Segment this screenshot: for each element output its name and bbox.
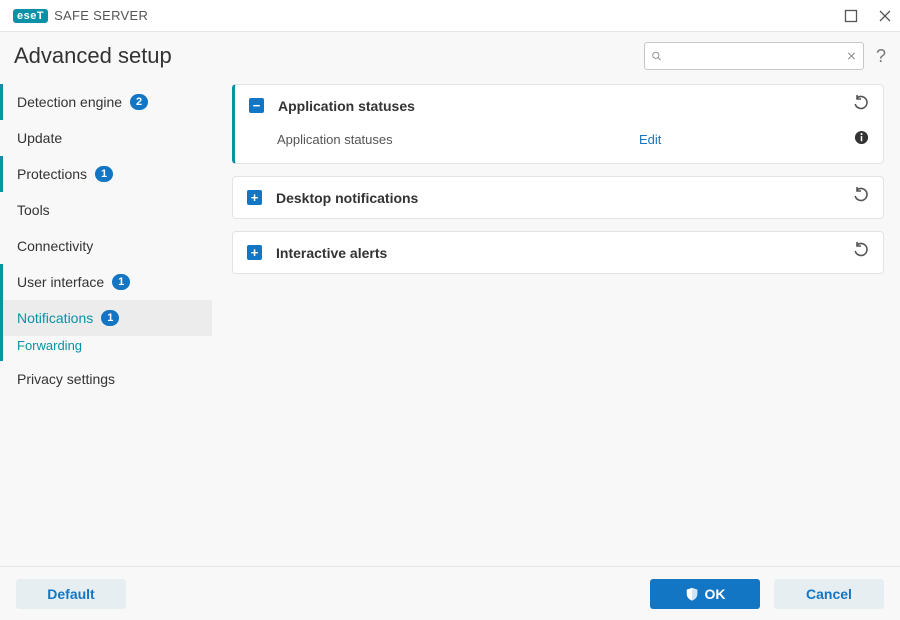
sidebar-item-label: Privacy settings — [17, 371, 115, 387]
edit-link[interactable]: Edit — [639, 132, 839, 147]
sidebar-item-label: User interface — [17, 274, 104, 290]
panel-title: Desktop notifications — [276, 190, 418, 206]
sidebar-item-tools[interactable]: Tools — [0, 192, 212, 228]
brand-logo: eseT SAFE SERVER — [13, 8, 148, 23]
setting-label: Application statuses — [277, 132, 639, 147]
brand-text: SAFE SERVER — [54, 8, 148, 23]
panel-header[interactable]: + Desktop notifications — [233, 177, 883, 218]
panel-desktop-notifications: + Desktop notifications — [232, 176, 884, 219]
window-controls — [844, 9, 892, 23]
sidebar-item-notifications[interactable]: Notifications 1 — [0, 300, 212, 336]
panel-title: Application statuses — [278, 98, 415, 114]
sidebar-item-label: Protections — [17, 166, 87, 182]
ok-button-label: OK — [705, 586, 726, 602]
revert-icon[interactable] — [853, 95, 869, 116]
sidebar-item-detection-engine[interactable]: Detection engine 2 — [0, 84, 212, 120]
sidebar: Detection engine 2 Update Protections 1 … — [0, 78, 212, 566]
sidebar-badge: 2 — [130, 94, 148, 110]
sidebar-subitem-label: Forwarding — [17, 338, 82, 353]
panel-header[interactable]: − Application statuses — [235, 85, 883, 126]
search-icon — [651, 49, 662, 63]
expand-icon[interactable]: + — [247, 245, 262, 260]
main: Detection engine 2 Update Protections 1 … — [0, 78, 900, 566]
sidebar-item-protections[interactable]: Protections 1 — [0, 156, 212, 192]
help-icon[interactable]: ? — [876, 46, 886, 67]
panel-header[interactable]: + Interactive alerts — [233, 232, 883, 273]
panel-interactive-alerts: + Interactive alerts — [232, 231, 884, 274]
setting-row-application-statuses: Application statuses Edit — [277, 126, 869, 153]
shield-icon — [685, 587, 699, 601]
search-input[interactable] — [666, 49, 842, 64]
panel-application-statuses: − Application statuses Application statu… — [232, 84, 884, 164]
collapse-icon[interactable]: − — [249, 98, 264, 113]
content: − Application statuses Application statu… — [212, 78, 900, 566]
info-icon[interactable] — [854, 130, 869, 149]
window-close-icon[interactable] — [878, 9, 892, 23]
sidebar-item-label: Notifications — [17, 310, 93, 326]
sidebar-subitem-forwarding[interactable]: Forwarding — [0, 336, 212, 361]
window-maximize-icon[interactable] — [844, 9, 858, 23]
sidebar-item-privacy-settings[interactable]: Privacy settings — [0, 361, 212, 397]
cancel-button[interactable]: Cancel — [774, 579, 884, 609]
search-field[interactable] — [644, 42, 864, 70]
sidebar-item-label: Tools — [17, 202, 50, 218]
sidebar-badge: 1 — [101, 310, 119, 326]
brand-badge: eseT — [13, 9, 48, 23]
footer: Default OK Cancel — [0, 566, 900, 620]
clear-search-icon[interactable] — [846, 49, 857, 63]
panel-body: Application statuses Edit — [235, 126, 883, 163]
sidebar-item-label: Update — [17, 130, 62, 146]
ok-button[interactable]: OK — [650, 579, 760, 609]
sidebar-item-update[interactable]: Update — [0, 120, 212, 156]
sidebar-item-user-interface[interactable]: User interface 1 — [0, 264, 212, 300]
titlebar: eseT SAFE SERVER — [0, 0, 900, 32]
revert-icon[interactable] — [853, 242, 869, 263]
sidebar-item-connectivity[interactable]: Connectivity — [0, 228, 212, 264]
expand-icon[interactable]: + — [247, 190, 262, 205]
default-button[interactable]: Default — [16, 579, 126, 609]
header: Advanced setup ? — [0, 32, 900, 78]
page-title: Advanced setup — [14, 43, 172, 69]
sidebar-badge: 1 — [95, 166, 113, 182]
sidebar-item-label: Detection engine — [17, 94, 122, 110]
revert-icon[interactable] — [853, 187, 869, 208]
sidebar-badge: 1 — [112, 274, 130, 290]
panel-title: Interactive alerts — [276, 245, 387, 261]
sidebar-item-label: Connectivity — [17, 238, 93, 254]
